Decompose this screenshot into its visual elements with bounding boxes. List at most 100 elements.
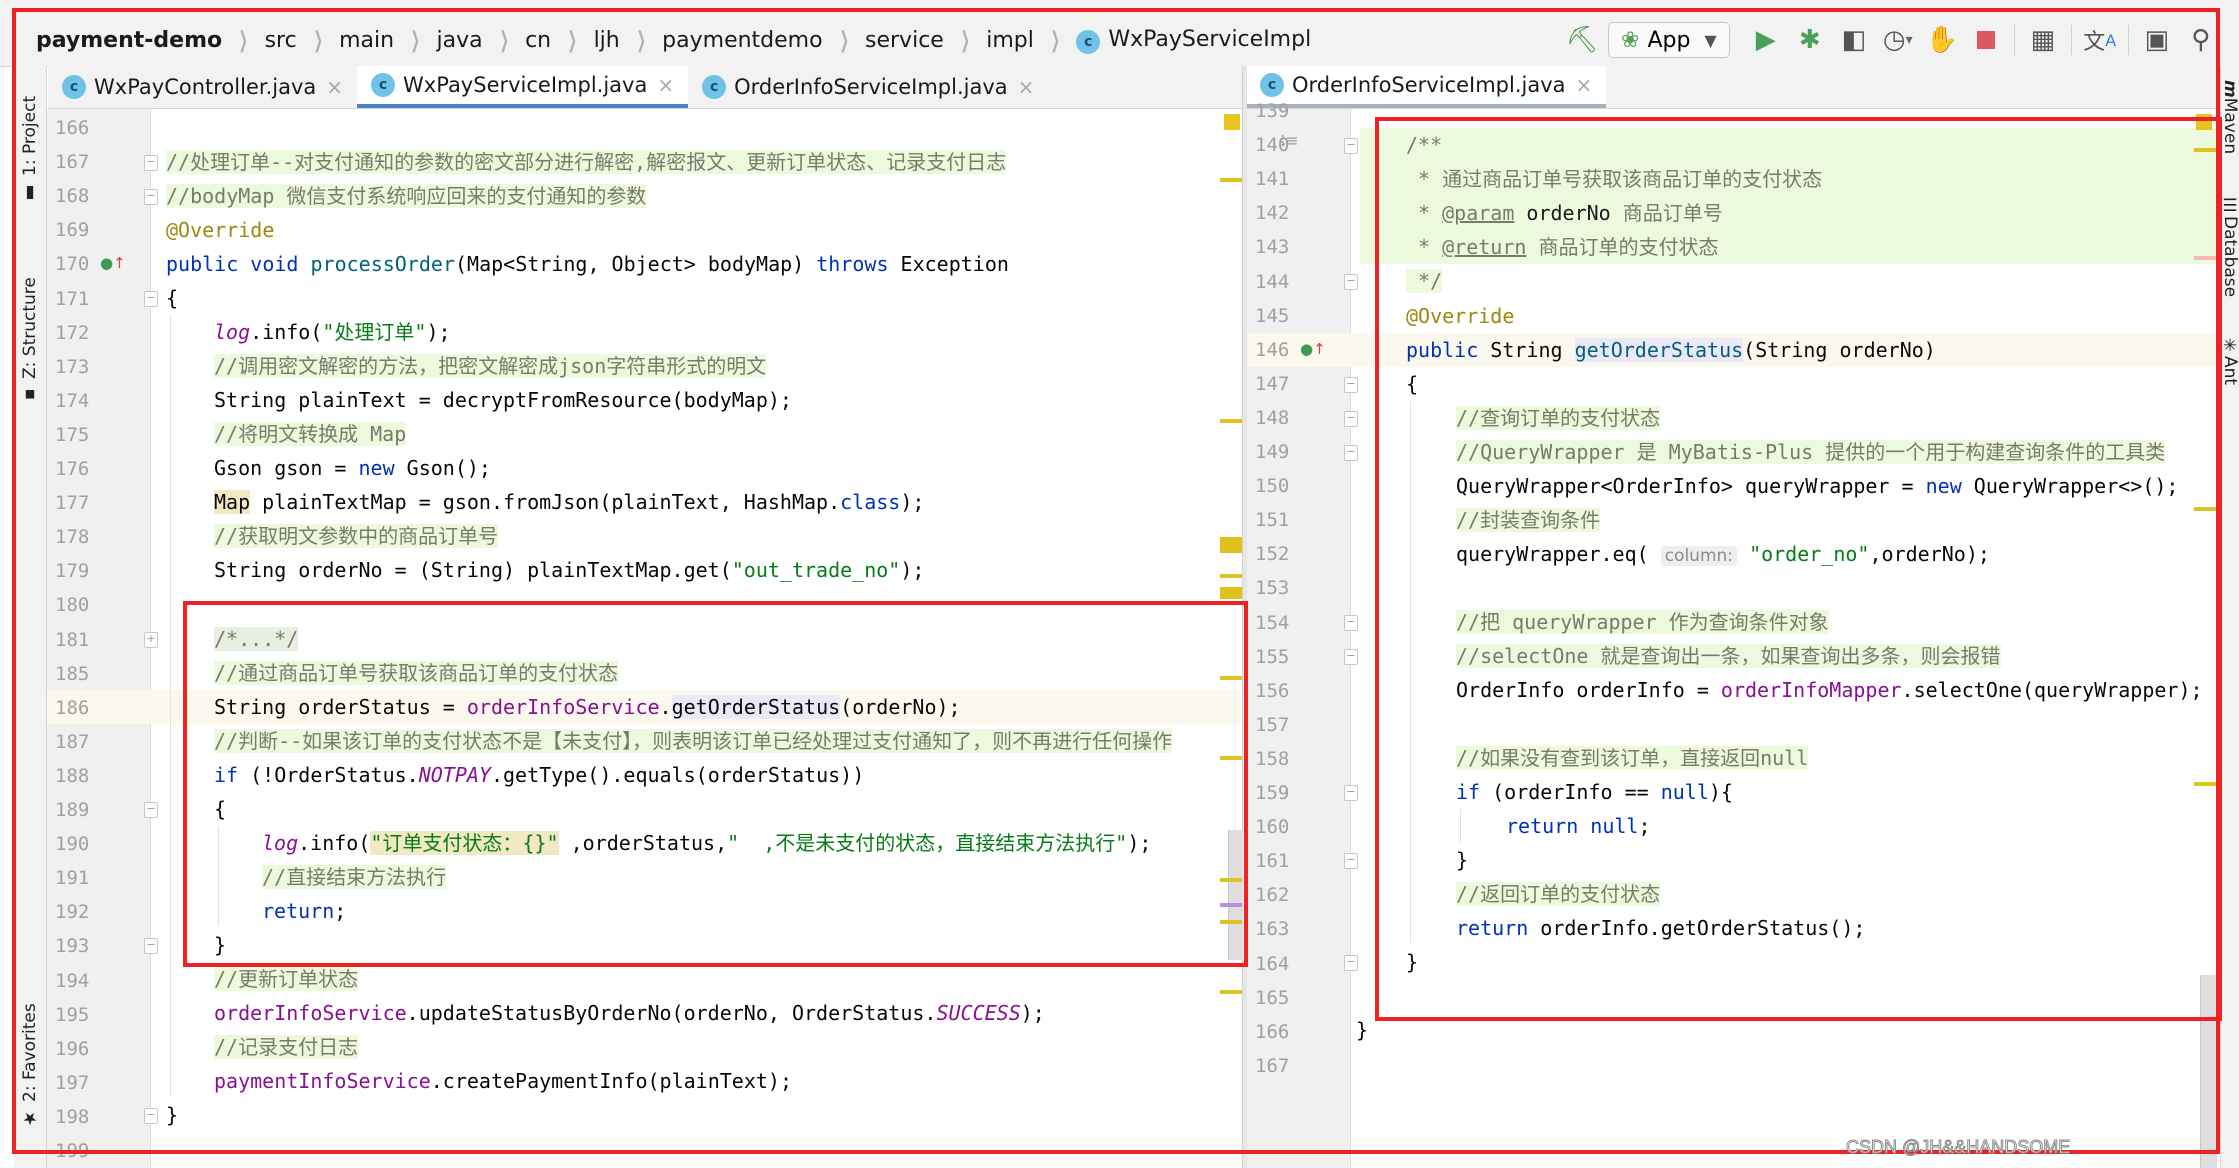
fold-toggle-icon[interactable]: − <box>144 189 158 205</box>
split-divider[interactable] <box>1242 66 1247 1168</box>
fold-toggle-icon[interactable]: − <box>1344 138 1358 154</box>
breadcrumb-item-paymentdemo[interactable]: paymentdemo <box>658 28 826 53</box>
tool-window-project[interactable]: ▮ 1: Project <box>14 74 46 224</box>
error-stripe-mark[interactable] <box>2194 507 2216 511</box>
code-line: QueryWrapper<OrderInfo> queryWrapper = n… <box>1456 469 2178 503</box>
error-stripe-mark[interactable] <box>2194 256 2216 260</box>
breadcrumb-item-ljh[interactable]: ljh <box>590 28 624 53</box>
terminal-icon[interactable]: ▣ <box>2135 20 2179 60</box>
fold-toggle-icon[interactable]: − <box>144 291 158 307</box>
tool-window-favorites[interactable]: ★ 2: Favorites <box>14 996 46 1136</box>
fold-toggle-icon[interactable]: − <box>1344 411 1358 427</box>
fold-toggle-icon[interactable]: − <box>1344 955 1358 971</box>
error-stripe-mark[interactable] <box>1220 990 1242 994</box>
method-name: processOrder <box>310 252 456 276</box>
error-stripe-mark[interactable] <box>2194 782 2216 786</box>
profile-icon[interactable]: ◷ ▾ <box>1876 20 1920 60</box>
error-stripe-mark[interactable] <box>1220 878 1242 882</box>
error-stripe-mark[interactable] <box>1220 574 1242 578</box>
attach-icon[interactable]: ✋ <box>1920 20 1964 60</box>
tab-wxpayserviceimpl[interactable]: c WxPayServiceImpl.java × <box>357 66 689 108</box>
fold-toggle-icon[interactable]: − <box>1344 445 1358 461</box>
code-text: QueryWrapper<OrderInfo> queryWrapper = <box>1456 474 1926 498</box>
build-hammer-icon[interactable]: ⛏ <box>1560 20 1604 60</box>
keyword: return <box>1506 814 1579 838</box>
fold-toggle-icon[interactable]: − <box>144 802 158 818</box>
coverage-icon[interactable]: ◧ <box>1832 20 1876 60</box>
fold-toggle-icon[interactable]: − <box>1344 274 1358 290</box>
error-stripe-mark[interactable] <box>2194 148 2216 152</box>
inspection-status-icon[interactable] <box>2196 114 2212 130</box>
fold-toggle-icon[interactable]: − <box>1344 377 1358 393</box>
error-stripe-mark[interactable] <box>1220 676 1242 680</box>
indent-guide <box>1460 809 1461 843</box>
search-icon[interactable]: ⚲ <box>2179 20 2223 60</box>
fold-toggle-icon[interactable]: − <box>1344 785 1358 801</box>
error-stripe-mark[interactable] <box>1220 537 1242 553</box>
inspection-status-icon[interactable] <box>1224 114 1240 130</box>
code-text: ); <box>900 558 925 582</box>
code-line: paymentInfoService.createPaymentInfo(pla… <box>214 1064 792 1098</box>
code-line: /** <box>1406 128 1442 162</box>
line-number: 148 <box>1255 406 1290 429</box>
project-structure-icon[interactable]: ▦ <box>2021 20 2065 60</box>
breadcrumb-separator-icon: ❯ <box>1050 27 1060 53</box>
tab-orderinfoserviceimpl-right[interactable]: c OrderInfoServiceImpl.java × <box>1246 66 1607 108</box>
code-line: { <box>1406 367 1418 401</box>
breadcrumb-item-cn[interactable]: cn <box>521 28 555 53</box>
expand-fold-icon[interactable]: + <box>144 632 158 648</box>
breadcrumb-item-project[interactable]: payment-demo <box>32 28 226 53</box>
implements-method-icon[interactable]: ●↑ <box>100 254 126 272</box>
fold-toggle-icon[interactable]: − <box>144 1108 158 1124</box>
breadcrumb-item-service[interactable]: service <box>861 28 948 53</box>
line-number: 193 <box>55 935 90 958</box>
breadcrumb-item-java[interactable]: java <box>433 28 487 53</box>
code-line: //更新订单状态 <box>214 962 359 996</box>
breadcrumb-separator-icon: ❯ <box>839 27 849 53</box>
scrollbar-thumb[interactable] <box>2200 975 2217 1168</box>
fold-toggle-icon[interactable]: − <box>144 155 158 171</box>
close-icon[interactable]: × <box>1576 73 1593 97</box>
close-icon[interactable]: × <box>1018 75 1035 99</box>
error-stripe-mark[interactable] <box>1220 903 1242 907</box>
fold-toggle-icon[interactable]: − <box>1344 853 1358 869</box>
run-configuration-select[interactable]: ❀ App ▼ <box>1608 22 1730 58</box>
scrollbar-thumb[interactable] <box>1228 830 1243 960</box>
breadcrumb-item-class[interactable]: c WxPayServiceImpl <box>1072 27 1315 54</box>
translate-icon[interactable]: 文A <box>2078 20 2122 60</box>
breadcrumb-item-main[interactable]: main <box>335 28 398 53</box>
error-stripe-mark[interactable] <box>1220 587 1242 599</box>
implements-method-icon[interactable]: ●↑ <box>1300 340 1326 358</box>
tool-window-maven[interactable]: mMaven <box>2221 80 2239 154</box>
close-icon[interactable]: × <box>657 73 674 97</box>
code-text: String orderStatus = <box>214 695 467 719</box>
debug-icon[interactable]: ✱ <box>1788 20 1832 60</box>
tab-wxpaycontroller[interactable]: c WxPayController.java × <box>48 66 357 108</box>
tool-window-ant[interactable]: ✳Ant <box>2221 336 2239 385</box>
tab-orderinfoserviceimpl[interactable]: c OrderInfoServiceImpl.java × <box>688 66 1048 108</box>
fold-toggle-icon[interactable]: − <box>144 938 158 954</box>
run-icon[interactable]: ▶ <box>1744 20 1788 60</box>
tool-window-structure[interactable]: ▪ Z: Structure <box>14 266 46 416</box>
error-stripe-mark[interactable] <box>1220 756 1242 760</box>
error-stripe-mark[interactable] <box>1220 419 1242 423</box>
stop-icon[interactable] <box>1964 20 2008 60</box>
error-stripe-mark[interactable] <box>1220 920 1242 924</box>
error-stripe-mark[interactable] <box>1220 178 1242 182</box>
line-number: 181 <box>55 628 90 651</box>
tool-window-database[interactable]: ☰Database <box>2221 196 2239 297</box>
indent-guide <box>1410 401 1411 943</box>
line-number: 187 <box>55 730 90 753</box>
line-number: 185 <box>55 662 90 685</box>
code-line[interactable]: /*...*/ <box>214 622 299 656</box>
rendered-doc-toggle-icon[interactable]: ⁞≡ <box>1280 131 1299 150</box>
line-number: 191 <box>55 867 90 890</box>
line-number: 146 <box>1255 338 1290 361</box>
breadcrumb-item-src[interactable]: src <box>261 28 301 53</box>
code-line: //把 queryWrapper 作为查询条件对象 <box>1456 605 1829 639</box>
fold-toggle-icon[interactable]: − <box>1344 615 1358 631</box>
breadcrumb-item-impl[interactable]: impl <box>982 28 1038 53</box>
folded-comment[interactable]: /*...*/ <box>214 627 299 651</box>
fold-toggle-icon[interactable]: − <box>1344 649 1358 665</box>
close-icon[interactable]: × <box>326 75 343 99</box>
